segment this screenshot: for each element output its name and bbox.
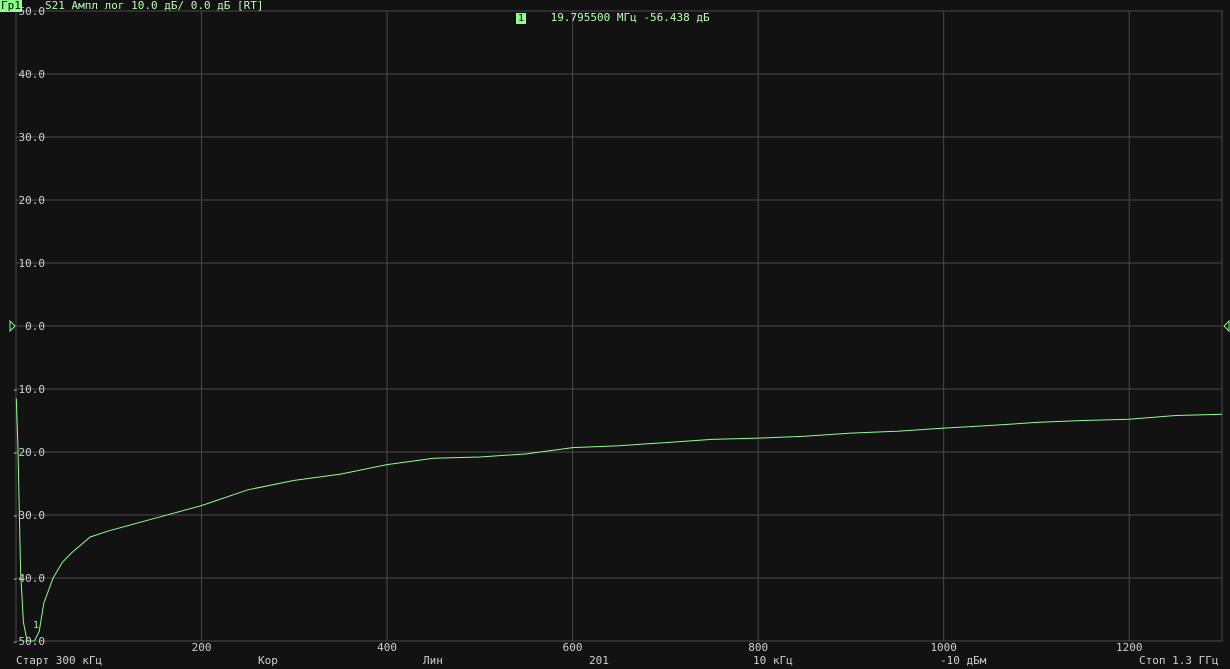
y-tick-label: 40.0 [19, 68, 46, 81]
x-tick-label: 400 [377, 641, 397, 654]
marker-value: 19.795500 МГц -56.438 дБ [550, 11, 710, 24]
source-power[interactable]: -10 дБм [940, 654, 986, 667]
marker-label[interactable]: 1 [33, 620, 39, 631]
y-tick-label: -40.0 [12, 572, 45, 585]
ref-level-left-marker[interactable] [9, 319, 16, 333]
y-tick-label: -30.0 [12, 509, 45, 522]
points-count[interactable]: 201 [589, 654, 609, 667]
vna-screen: 50.0 40.0 30.0 20.0 10.0 0.0 -10.0 -20.0 -30.0 -4… [0, 0, 1230, 669]
marker-readout: 1 19.795500 МГц -56.438 дБ [516, 12, 710, 24]
x-tick-label: 1000 [930, 641, 957, 654]
x-tick-labels: 200 400 600 800 1000 1200 [192, 641, 1143, 654]
correction-status[interactable]: Кор [258, 654, 278, 667]
y-tick-label: 0.0 [25, 320, 45, 333]
trace-tag[interactable]: Гр1 [0, 0, 22, 12]
start-frequency[interactable]: Старт 300 кГц [16, 654, 102, 667]
x-tick-label: 600 [563, 641, 583, 654]
x-tick-label: 1200 [1116, 641, 1143, 654]
trace-plot: 50.0 40.0 30.0 20.0 10.0 0.0 -10.0 -20.0 -30.0 -4… [9, 5, 1230, 654]
x-tick-label: 200 [192, 641, 212, 654]
y-tick-label: 10.0 [19, 257, 46, 270]
if-bandwidth[interactable]: 10 кГц [753, 654, 793, 667]
status-bar: Старт 300 кГц Кор Лин 201 10 кГц -10 дБм… [0, 654, 1230, 669]
stop-frequency[interactable]: Стоп 1.3 ГГц [1139, 654, 1218, 667]
trace: 1 [15, 398, 1223, 642]
y-tick-label: 30.0 [19, 131, 46, 144]
x-tick-label: 800 [748, 641, 768, 654]
trace-line [15, 398, 1223, 642]
sweep-type[interactable]: Лин [423, 654, 443, 667]
ref-level-right-marker[interactable] [1223, 319, 1230, 333]
y-tick-label: 20.0 [19, 194, 46, 207]
y-tick-label: 50.0 [19, 5, 46, 18]
trace-description: S21 Ампл лог 10.0 дБ/ 0.0 дБ [RT] [45, 0, 264, 12]
y-tick-label: -10.0 [12, 383, 45, 396]
marker-number[interactable]: 1 [516, 13, 527, 24]
y-tick-label: -20.0 [12, 446, 45, 459]
grid [15, 10, 1223, 642]
